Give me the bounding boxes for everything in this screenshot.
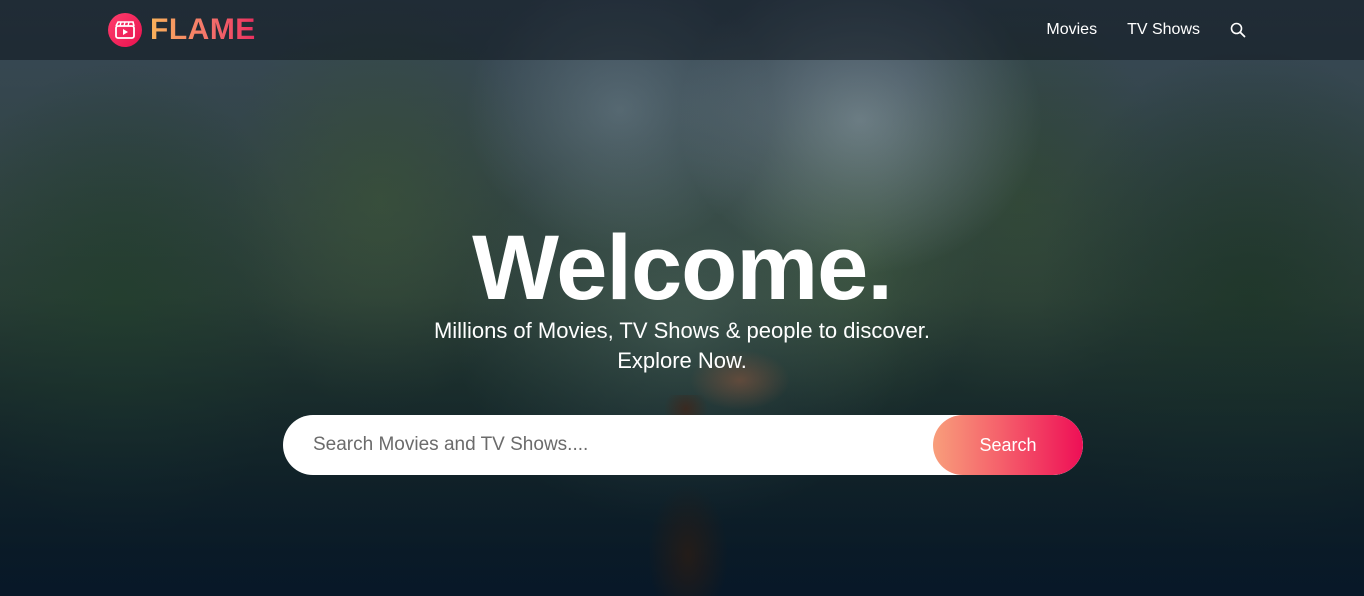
search-button[interactable]: Search xyxy=(933,415,1083,475)
logo[interactable]: FLAME xyxy=(108,13,256,47)
nav-link-tv-shows[interactable]: TV Shows xyxy=(1127,21,1200,39)
clapperboard-play-icon xyxy=(108,13,142,47)
logo-text: FLAME xyxy=(150,13,256,46)
hero-section: Welcome. Millions of Movies, TV Shows & … xyxy=(0,218,1364,376)
search-input[interactable] xyxy=(283,415,933,475)
nav-link-movies[interactable]: Movies xyxy=(1046,21,1097,39)
main-nav: Movies TV Shows xyxy=(1046,21,1256,39)
search-icon[interactable] xyxy=(1230,21,1248,39)
search-form: Search xyxy=(283,415,1083,475)
hero-subtitle-line-2: Explore Now. xyxy=(617,348,747,373)
hero-title: Welcome. xyxy=(472,217,893,319)
top-navbar: FLAME Movies TV Shows xyxy=(0,0,1364,60)
hero-subtitle: Millions of Movies, TV Shows & people to… xyxy=(0,316,1364,376)
hero-subtitle-line-1: Millions of Movies, TV Shows & people to… xyxy=(433,318,931,343)
